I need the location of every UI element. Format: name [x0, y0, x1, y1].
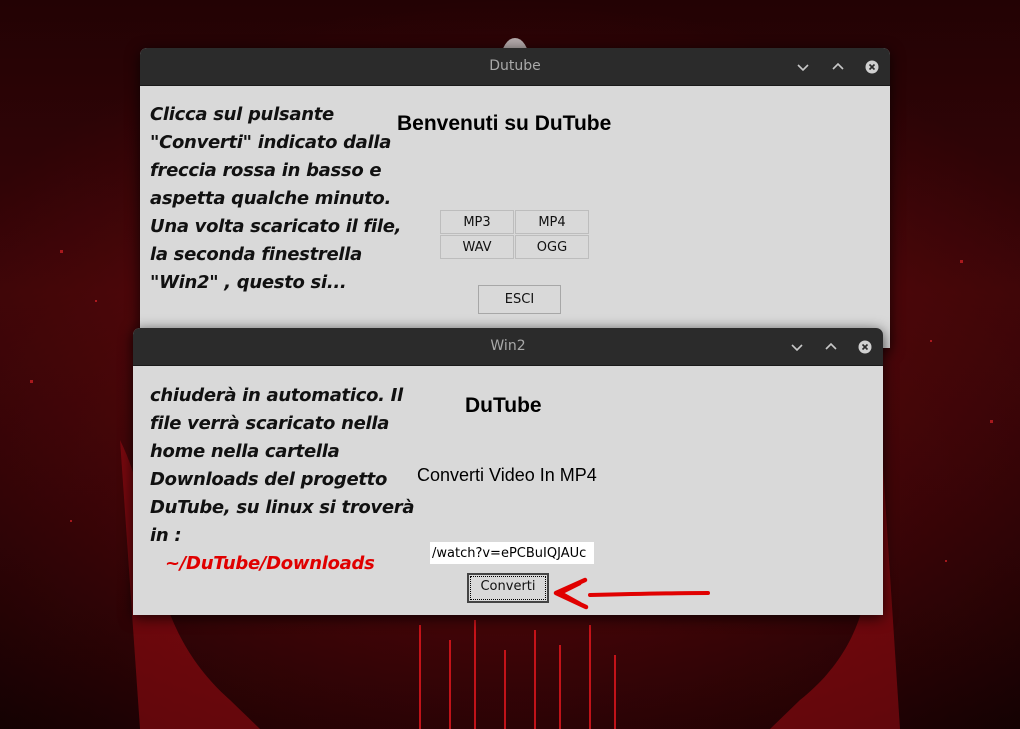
minimize-icon[interactable] — [793, 57, 813, 77]
win2-titlebar[interactable]: Win2 — [133, 328, 883, 366]
wav-button[interactable]: WAV — [440, 235, 514, 259]
red-arrow-annotation — [553, 577, 710, 610]
main-window-title: Dutube — [489, 58, 541, 74]
mp3-button[interactable]: MP3 — [440, 210, 514, 234]
instructions-text: Clicca sul pulsante "Converti" indicato … — [150, 104, 402, 293]
main-window-content: Clicca sul pulsante "Converti" indicato … — [140, 86, 890, 348]
convert-subheading: Converti Video In MP4 — [417, 465, 597, 485]
close-icon[interactable] — [855, 337, 875, 357]
win2-instructions-text: chiuderà in automatico. Il file verrà sc… — [150, 385, 415, 546]
download-path-text: ~/DuTube/Downloads — [165, 553, 375, 574]
win2-window-title: Win2 — [490, 338, 526, 354]
close-icon[interactable] — [862, 57, 882, 77]
welcome-heading: Benvenuti su DuTube — [397, 112, 612, 135]
maximize-icon[interactable] — [821, 337, 841, 357]
minimize-icon[interactable] — [787, 337, 807, 357]
main-window: Dutube Clicca sul pulsante "Converti" in… — [140, 48, 890, 348]
maximize-icon[interactable] — [828, 57, 848, 77]
url-input[interactable] — [430, 542, 594, 564]
main-titlebar[interactable]: Dutube — [140, 48, 890, 86]
exit-button[interactable]: ESCI — [478, 285, 561, 314]
ogg-button[interactable]: OGG — [515, 235, 589, 259]
win2-window-content: chiuderà in automatico. Il file verrà sc… — [133, 366, 883, 615]
app-heading: DuTube — [465, 394, 542, 417]
win2-window: Win2 chiuderà in automatico. Il file ver… — [133, 328, 883, 615]
convert-button[interactable]: Converti — [467, 573, 549, 603]
mp4-button[interactable]: MP4 — [515, 210, 589, 234]
